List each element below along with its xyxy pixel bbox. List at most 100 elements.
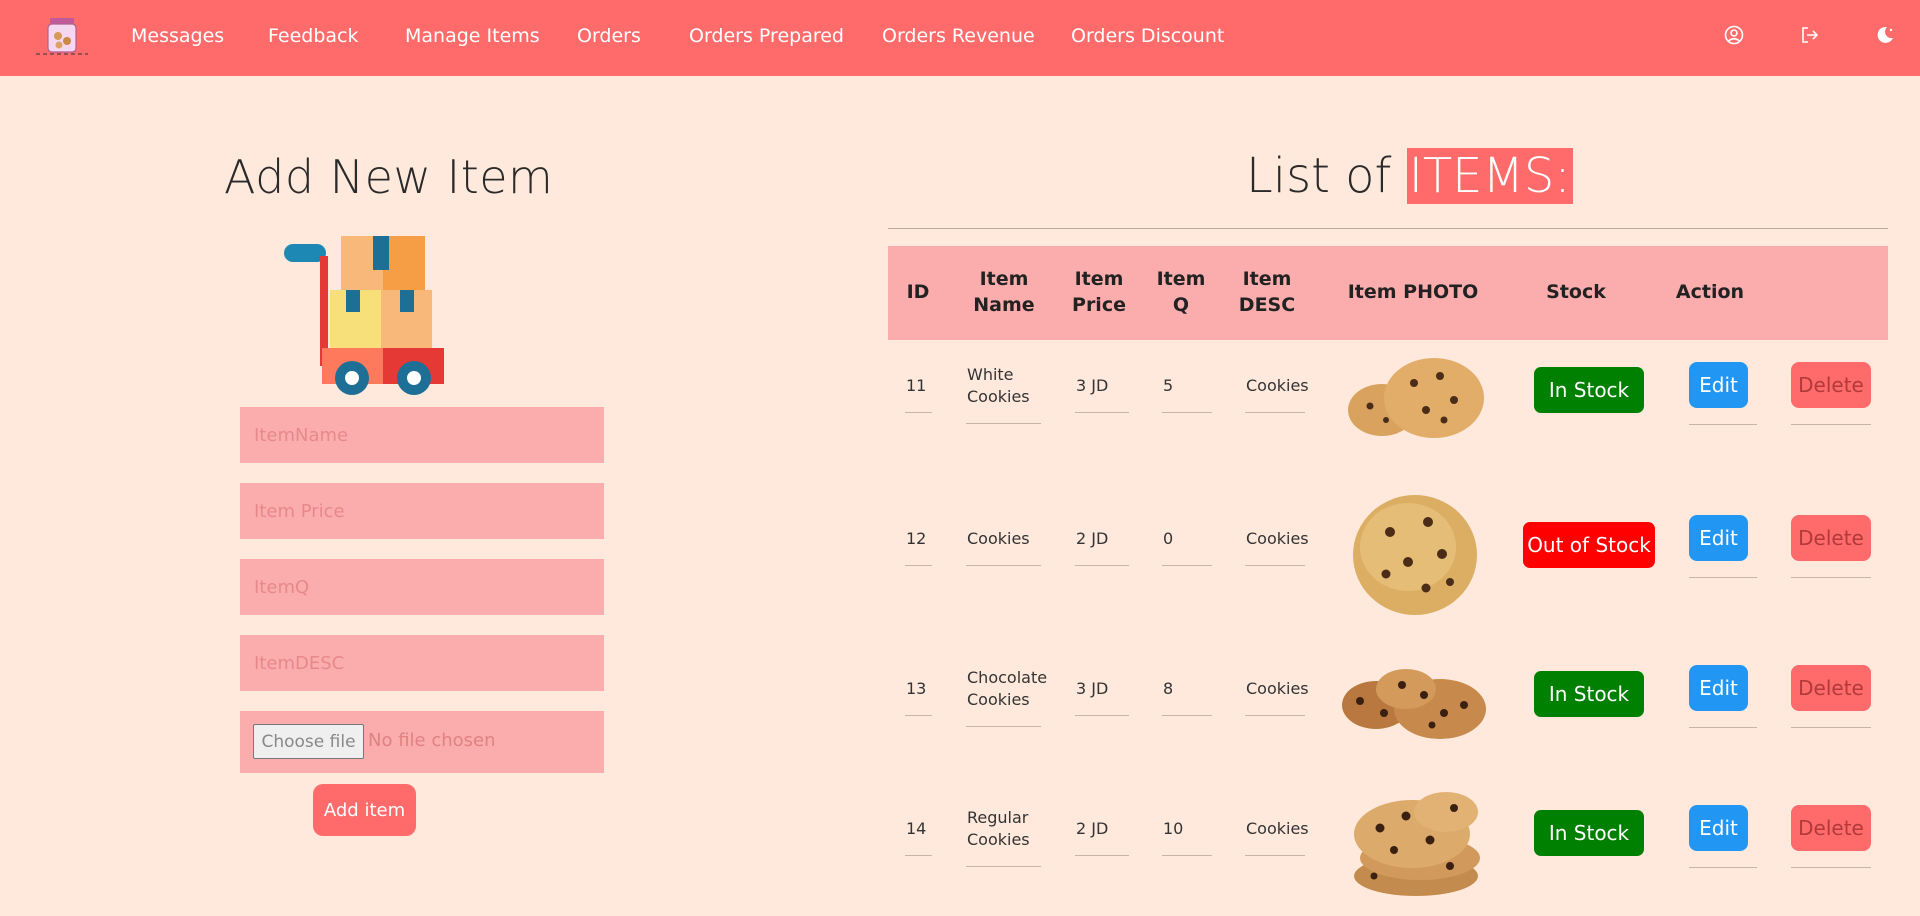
cell-desc: Cookies: [1246, 819, 1309, 838]
cell-name: Regular Cookies: [967, 807, 1030, 850]
cell-name-line1: Cookies: [967, 529, 1030, 548]
cell-name: White Cookies: [967, 364, 1030, 407]
cell-underline: [1245, 715, 1305, 716]
item-name-input[interactable]: [240, 407, 604, 463]
cell-underline: [1075, 412, 1129, 413]
file-status-text: No file chosen: [368, 730, 496, 751]
cell-id: 11: [906, 376, 927, 395]
cell-price: 2 JD: [1076, 819, 1109, 838]
delete-button[interactable]: Delete: [1791, 362, 1871, 408]
items-list-title: List of ITEMS:: [1246, 148, 1573, 204]
edit-button[interactable]: Edit: [1689, 362, 1748, 408]
cell-q: 8: [1163, 679, 1174, 698]
choose-file-button[interactable]: Choose file: [253, 724, 364, 759]
cell-id: 12: [906, 529, 927, 548]
cell-desc: Cookies: [1246, 376, 1309, 395]
hand-truck-boxes-icon: [284, 236, 444, 395]
cell-price: 2 JD: [1076, 529, 1109, 548]
col-item-name: Item Name: [973, 268, 1035, 316]
delete-button[interactable]: Delete: [1791, 515, 1871, 561]
cell-underline: [966, 866, 1041, 867]
cell-underline: [905, 412, 932, 413]
item-photo: [1348, 358, 1484, 438]
cell-underline: [966, 423, 1041, 424]
cell-underline: [1791, 867, 1871, 868]
item-photo: [1353, 495, 1477, 615]
nav-messages[interactable]: Messages: [131, 25, 224, 47]
logout-icon[interactable]: [1799, 24, 1821, 46]
cell-underline: [966, 565, 1041, 566]
stock-status-button[interactable]: Out of Stock: [1523, 522, 1655, 568]
cell-desc: Cookies: [1246, 529, 1309, 548]
cell-underline: [1162, 412, 1212, 413]
cell-underline: [1075, 715, 1129, 716]
col-item-photo: Item PHOTO: [1347, 281, 1479, 304]
edit-button[interactable]: Edit: [1689, 665, 1748, 711]
stock-status-button[interactable]: In Stock: [1534, 367, 1644, 413]
edit-button[interactable]: Edit: [1689, 515, 1748, 561]
col-action: Action: [1675, 281, 1745, 304]
cell-id: 13: [906, 679, 927, 698]
cell-underline: [1075, 565, 1129, 566]
stock-status-button[interactable]: In Stock: [1534, 671, 1644, 717]
add-item-button[interactable]: Add item: [313, 784, 416, 836]
title-divider: [888, 228, 1888, 229]
cell-underline: [1162, 565, 1212, 566]
cell-underline: [1245, 855, 1305, 856]
col-item-q: Item Q: [1156, 268, 1206, 316]
items-table-header: ID Item Name Item Price Item Q Item DESC…: [888, 246, 1888, 340]
item-photo-file-field: Choose file No file chosen: [240, 711, 604, 773]
cell-q: 5: [1163, 376, 1174, 395]
cell-id: 14: [906, 819, 927, 838]
edit-button[interactable]: Edit: [1689, 805, 1748, 851]
nav-orders-prepared[interactable]: Orders Prepared: [689, 25, 844, 47]
cell-name-line1: Regular: [967, 808, 1029, 827]
cell-underline: [905, 715, 932, 716]
cell-underline: [1689, 424, 1757, 425]
cell-underline: [966, 726, 1041, 727]
cell-underline: [1075, 855, 1129, 856]
delete-button[interactable]: Delete: [1791, 805, 1871, 851]
item-price-input[interactable]: [240, 483, 604, 539]
cell-price: 3 JD: [1076, 376, 1109, 395]
nav-feedback[interactable]: Feedback: [268, 25, 358, 47]
col-stock: Stock: [1546, 281, 1606, 304]
title-plain: List of: [1246, 148, 1407, 204]
cell-underline: [1245, 412, 1305, 413]
cell-underline: [1791, 727, 1871, 728]
cell-underline: [1791, 424, 1871, 425]
navbar: Messages Feedback Manage Items Orders Or…: [0, 0, 1920, 76]
delete-button[interactable]: Delete: [1791, 665, 1871, 711]
cell-underline: [905, 855, 932, 856]
cell-underline: [1162, 855, 1212, 856]
cell-name-line1: Chocolate: [967, 668, 1048, 687]
cell-name-line2: Cookies: [967, 689, 1030, 709]
item-photo: [1342, 669, 1486, 739]
nav-manage-items[interactable]: Manage Items: [405, 25, 540, 47]
cell-name-line2: Cookies: [967, 386, 1030, 406]
nav-orders[interactable]: Orders: [577, 25, 641, 47]
item-q-input[interactable]: [240, 559, 604, 615]
nav-orders-revenue[interactable]: Orders Revenue: [882, 25, 1035, 47]
cell-price: 3 JD: [1076, 679, 1109, 698]
cell-underline: [1689, 867, 1757, 868]
cookie-jar-logo-icon[interactable]: [34, 14, 90, 58]
cell-underline: [1689, 577, 1757, 578]
item-photo: [1354, 792, 1480, 896]
cell-name: Cookies: [967, 528, 1030, 550]
theme-toggle-icon[interactable]: [1874, 24, 1896, 46]
profile-icon[interactable]: [1723, 24, 1745, 46]
cell-desc: Cookies: [1246, 679, 1309, 698]
cell-q: 0: [1163, 529, 1174, 548]
cell-underline: [1689, 727, 1757, 728]
cell-name-line2: Cookies: [967, 829, 1030, 849]
stock-status-button[interactable]: In Stock: [1534, 810, 1644, 856]
cell-name-line1: White: [967, 365, 1014, 384]
item-desc-input[interactable]: [240, 635, 604, 691]
col-item-desc: Item DESC: [1238, 268, 1296, 316]
cell-underline: [1162, 715, 1212, 716]
add-item-title: Add New Item: [224, 150, 554, 204]
title-highlight: ITEMS:: [1406, 148, 1573, 204]
cell-underline: [905, 565, 932, 566]
nav-orders-discount[interactable]: Orders Discount: [1071, 25, 1224, 47]
